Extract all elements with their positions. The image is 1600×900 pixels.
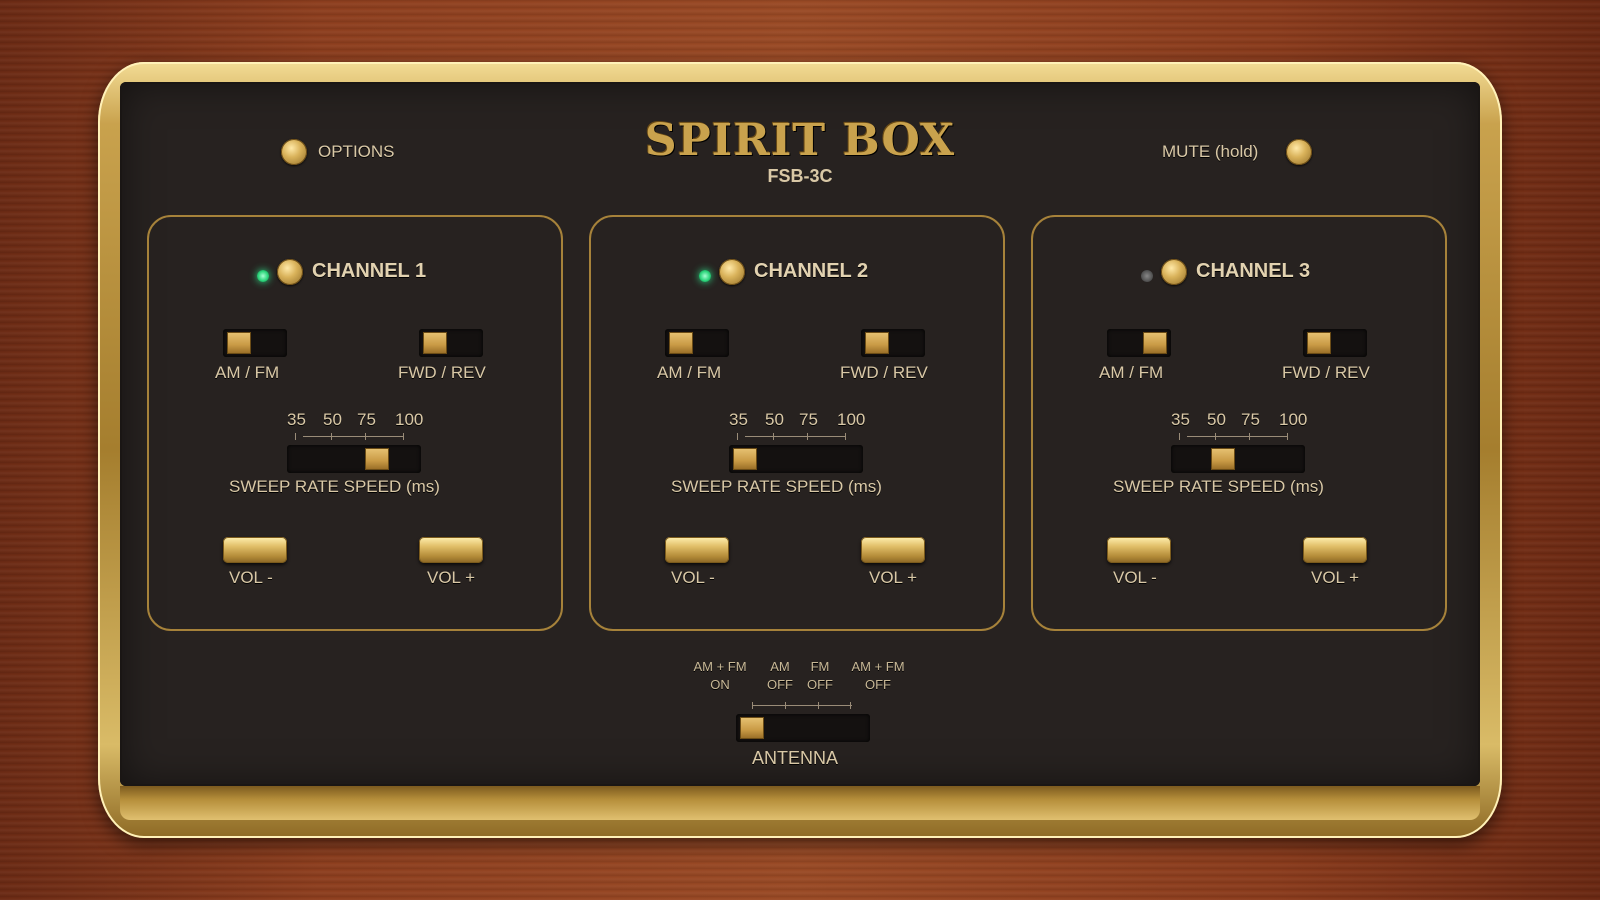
antenna-option-line1: AM + FM [693,659,747,674]
antenna-tick-mark [752,702,753,709]
sweep-tick-mark [737,433,738,440]
sweep-tick-label: 75 [357,410,376,429]
am-fm-toggle[interactable] [223,329,287,357]
slider-knob[interactable] [733,448,757,470]
sweep-tick-label: 35 [729,410,748,429]
sweep-scale-line [745,436,845,437]
volume-down-label: VOL - [1113,568,1157,587]
channel-status-led [699,270,711,282]
antenna-tick-mark [785,702,786,709]
volume-up-button[interactable] [1303,537,1367,563]
fwd-rev-label: FWD / REV [398,363,486,382]
am-fm-label: AM / FM [215,363,280,382]
sweep-tick-label: 50 [1207,410,1226,429]
volume-down-label: VOL - [229,568,273,587]
sweep-scale-line [1187,436,1287,437]
sweep-scale-line [303,436,403,437]
sweep-rate-label: SWEEP RATE SPEED (ms) [1113,477,1324,496]
sweep-rate-label: SWEEP RATE SPEED (ms) [229,477,440,496]
volume-down-button[interactable] [223,537,287,563]
sweep-rate-slider[interactable] [1171,445,1305,473]
antenna-option-line2: OFF [865,677,891,692]
am-fm-toggle[interactable] [665,329,729,357]
toggle-knob[interactable] [423,332,447,354]
sweep-tick-mark [295,433,296,440]
model-label: FSB-3C [767,166,833,186]
sweep-tick-mark [1287,433,1288,440]
sweep-tick-label: 50 [323,410,342,429]
antenna-option-line1: FM [810,659,830,674]
sweep-tick-mark [403,433,404,440]
toggle-knob[interactable] [669,332,693,354]
sweep-tick-mark [1179,433,1180,440]
fwd-rev-toggle[interactable] [419,329,483,357]
am-fm-toggle[interactable] [1107,329,1171,357]
toggle-knob[interactable] [1307,332,1331,354]
channel-select-button[interactable] [1161,259,1187,285]
volume-down-button[interactable] [1107,537,1171,563]
antenna-tick-mark [850,702,851,709]
device-bottom-lip [120,786,1480,820]
volume-up-button[interactable] [861,537,925,563]
antenna-label: ANTENNA [752,748,839,768]
sweep-tick-mark [845,433,846,440]
channel-status-led [1141,270,1153,282]
antenna-option-line1: AM + FM [851,659,905,674]
sweep-rate-slider[interactable] [287,445,421,473]
am-fm-label: AM / FM [1099,363,1164,382]
channel-select-button[interactable] [719,259,745,285]
antenna-option-line2: ON [710,677,730,692]
sweep-tick-label: 100 [395,410,424,429]
slider-knob[interactable] [740,717,764,739]
channel-status-led [257,270,269,282]
sweep-tick-label: 50 [765,410,784,429]
antenna-scale-line [752,705,852,706]
toggle-knob[interactable] [227,332,251,354]
sweep-tick-label: 75 [799,410,818,429]
sweep-tick-label: 100 [837,410,866,429]
sweep-tick-label: 35 [287,410,306,429]
volume-down-button[interactable] [665,537,729,563]
spirit-box-logo: SPIRIT BOX [644,115,956,166]
sweep-rate-label: SWEEP RATE SPEED (ms) [671,477,882,496]
volume-up-label: VOL + [869,568,918,587]
antenna-tick-mark [818,702,819,709]
toggle-knob[interactable] [865,332,889,354]
antenna-option-line2: OFF [807,677,833,692]
slider-knob[interactable] [365,448,389,470]
sweep-tick-label: 35 [1171,410,1190,429]
sweep-tick-label: 100 [1279,410,1308,429]
channel-select-button[interactable] [277,259,303,285]
antenna-slider[interactable] [736,714,870,742]
channel-title: CHANNEL 3 [1196,260,1311,282]
fwd-rev-label: FWD / REV [840,363,928,382]
slider-knob[interactable] [1211,448,1235,470]
sweep-rate-slider[interactable] [729,445,863,473]
toggle-knob[interactable] [1143,332,1167,354]
fwd-rev-toggle[interactable] [1303,329,1367,357]
channel-title: CHANNEL 1 [312,260,427,282]
volume-down-label: VOL - [671,568,715,587]
volume-up-label: VOL + [427,568,476,587]
mute-button[interactable] [1286,139,1312,165]
volume-up-label: VOL + [1311,568,1360,587]
am-fm-label: AM / FM [657,363,722,382]
volume-up-button[interactable] [419,537,483,563]
fwd-rev-toggle[interactable] [861,329,925,357]
channel-title: CHANNEL 2 [754,260,869,282]
mute-label: MUTE (hold) [1162,142,1259,161]
fwd-rev-label: FWD / REV [1282,363,1370,382]
sweep-tick-label: 75 [1241,410,1260,429]
